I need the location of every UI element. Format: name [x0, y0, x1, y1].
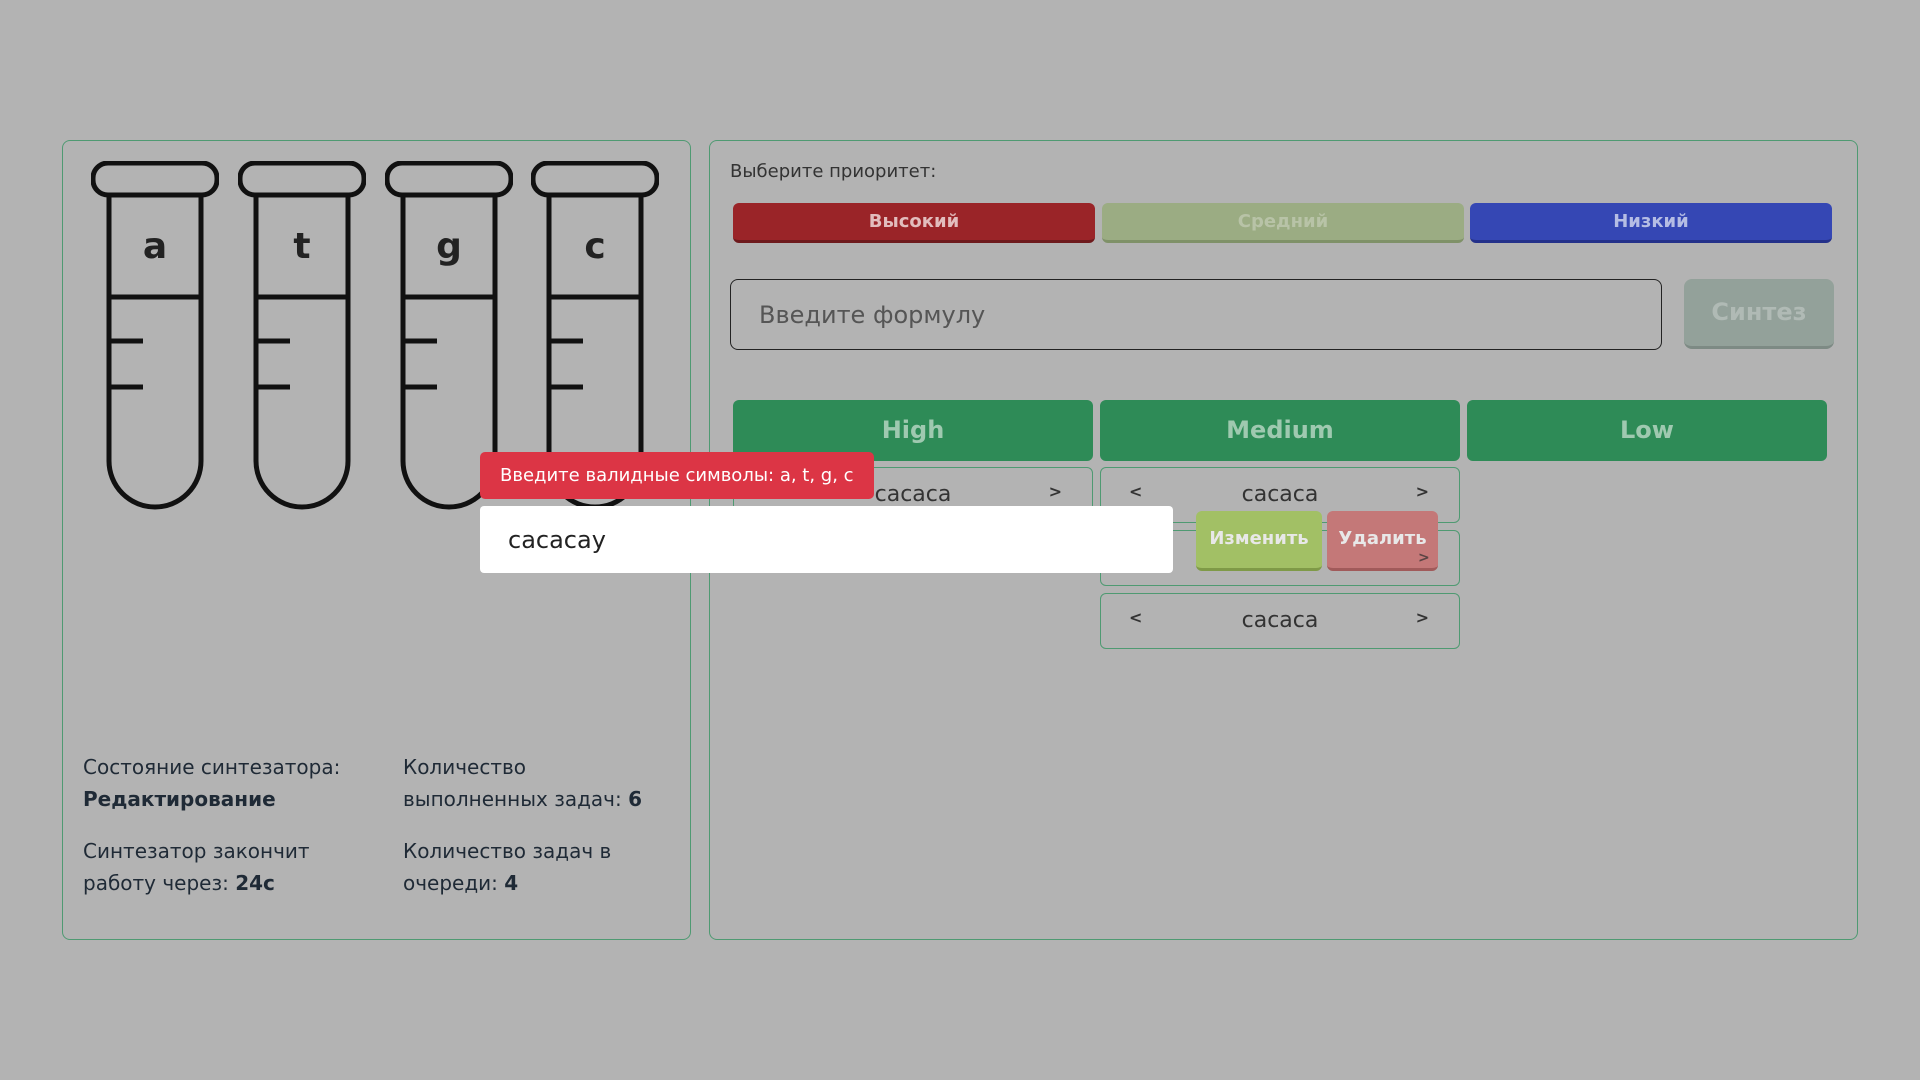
priority-high-button[interactable]: Высокий	[733, 203, 1095, 243]
tube-letter: g	[436, 226, 462, 267]
edit-task-input[interactable]	[480, 506, 1173, 573]
queue-count: Количество задач в очереди: 4	[403, 835, 633, 899]
tube-letter: a	[142, 226, 168, 267]
test-tube-a[interactable]: a	[91, 161, 219, 513]
test-tube-t[interactable]: t	[238, 161, 366, 513]
queue-count-value: 4	[504, 871, 519, 895]
task-text: cacaca	[1241, 482, 1319, 507]
move-right-button[interactable]: >	[1049, 482, 1062, 501]
completed-tasks: Количество выполненных задач: 6	[403, 751, 663, 815]
edit-task-button[interactable]: Изменить	[1196, 511, 1322, 571]
column-header-medium: Medium	[1100, 400, 1460, 461]
finish-time-label: Синтезатор закончит работу через:	[83, 839, 310, 895]
move-right-button[interactable]: >	[1416, 608, 1429, 627]
validation-error-tooltip: Введите валидные символы: a, t, g, c	[480, 452, 874, 499]
tube-letter: c	[584, 226, 606, 267]
synth-state: Состояние синтезатора: Редактирование	[83, 751, 373, 815]
finish-time-value: 24с	[235, 871, 275, 895]
tube-letter: t	[293, 226, 311, 267]
synth-state-value: Редактирование	[83, 787, 276, 811]
formula-input[interactable]	[730, 279, 1662, 350]
synthesize-button[interactable]: Синтез	[1684, 279, 1834, 349]
move-right-button[interactable]: >	[1418, 550, 1430, 566]
priority-label: Выберите приоритет:	[730, 161, 937, 182]
priority-low-button[interactable]: Низкий	[1470, 203, 1832, 243]
completed-tasks-label: Количество выполненных задач:	[403, 755, 622, 811]
finish-time: Синтезатор закончит работу через: 24с	[83, 835, 373, 899]
test-tube-icon	[91, 161, 219, 510]
test-tube-icon	[238, 161, 366, 510]
task-card-medium[interactable]: < cacaca >	[1100, 593, 1460, 649]
priority-medium-button[interactable]: Средний	[1102, 203, 1464, 243]
task-text: cacaca	[1241, 608, 1319, 633]
column-header-low: Low	[1467, 400, 1827, 461]
synth-state-label: Состояние синтезатора:	[83, 755, 341, 779]
completed-tasks-value: 6	[628, 787, 643, 811]
move-right-button[interactable]: >	[1416, 482, 1429, 501]
